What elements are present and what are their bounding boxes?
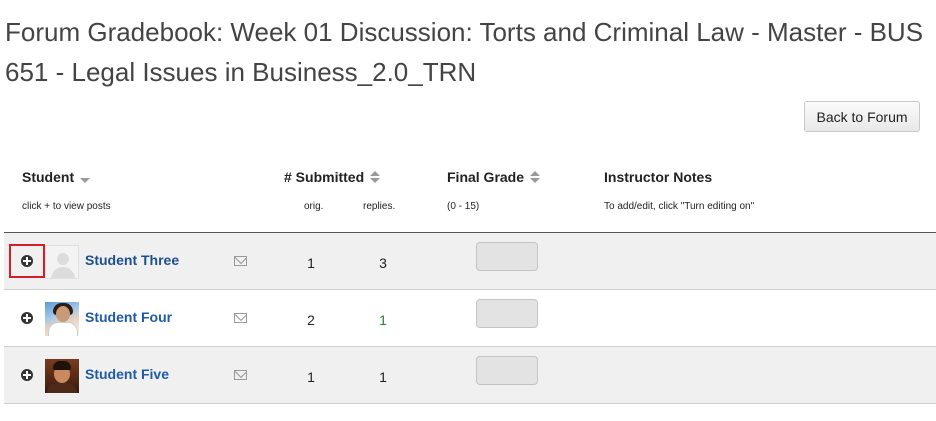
avatar: [45, 245, 79, 279]
sort-icon: [530, 171, 541, 183]
instructor-notes-hint: To add/edit, click "Turn editing on": [604, 201, 755, 212]
page-title: Forum Gradebook: Week 01 Discussion: Tor…: [5, 17, 924, 87]
avatar: [45, 359, 79, 393]
table-row: Student Four 2 1: [4, 290, 936, 347]
mail-icon[interactable]: [234, 370, 247, 380]
student-column-hint: click + to view posts: [22, 201, 111, 212]
student-column-header[interactable]: Student: [22, 169, 91, 185]
final-grade-input[interactable]: [476, 299, 538, 328]
orig-count: 1: [307, 369, 315, 385]
grade-range-hint: (0 - 15): [447, 201, 480, 212]
orig-count: 2: [307, 312, 315, 328]
plus-circle-icon[interactable]: [21, 312, 33, 324]
replies-subheader: replies.: [363, 201, 396, 212]
final-grade-header-label: Final Grade: [447, 169, 525, 185]
plus-circle-icon[interactable]: [21, 255, 33, 267]
final-grade-column-header[interactable]: Final Grade: [447, 169, 541, 185]
sort-descending-icon: [80, 177, 91, 183]
expand-posts-toggle[interactable]: [9, 358, 45, 392]
expand-posts-toggle[interactable]: [9, 301, 45, 335]
orig-count: 1: [307, 255, 315, 271]
sort-icon: [370, 171, 381, 183]
avatar: [45, 302, 79, 336]
submitted-column-header[interactable]: # Submitted: [284, 169, 381, 185]
orig-subheader: orig.: [304, 201, 324, 212]
mail-icon[interactable]: [234, 313, 247, 323]
student-name-link[interactable]: Student Five: [85, 366, 169, 382]
replies-count: 3: [379, 255, 387, 271]
final-grade-input[interactable]: [476, 242, 538, 271]
mail-icon[interactable]: [234, 256, 247, 266]
replies-count: 1: [379, 369, 387, 385]
table-row: Student Five 1 1: [4, 347, 936, 404]
student-name-link[interactable]: Student Three: [85, 252, 179, 268]
instructor-notes-header-label: Instructor Notes: [604, 169, 713, 185]
final-grade-input[interactable]: [476, 356, 538, 385]
student-header-label: Student: [22, 169, 75, 185]
back-to-forum-button[interactable]: Back to Forum: [804, 101, 920, 132]
instructor-notes-column-header: Instructor Notes: [604, 169, 712, 185]
replies-count: 1: [379, 312, 387, 328]
submitted-header-label: # Submitted: [284, 169, 365, 185]
table-row: Student Three 1 3: [4, 233, 936, 290]
student-name-link[interactable]: Student Four: [85, 309, 172, 325]
plus-circle-icon[interactable]: [21, 369, 33, 381]
expand-posts-toggle[interactable]: [9, 244, 45, 278]
